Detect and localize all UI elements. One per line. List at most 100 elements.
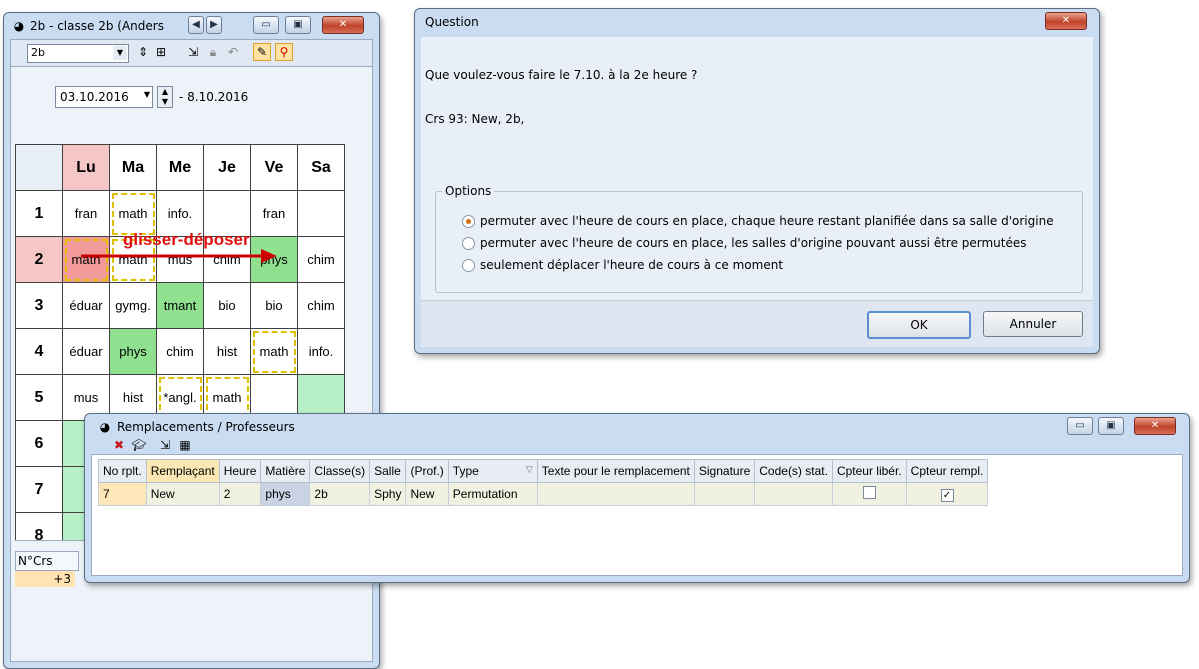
delete-icon[interactable]: ✖ bbox=[111, 437, 127, 453]
lesson-cell[interactable]: chim bbox=[297, 282, 345, 329]
timetable-toolbar: 2b ▼ ⇕ ⊞ ⇲ 🔒︎ ↶ ✎ ⚲ bbox=[11, 40, 372, 67]
cell-cpteur-rempl[interactable]: ✓ bbox=[905, 482, 989, 506]
options-legend: Options bbox=[442, 184, 495, 198]
lesson-cell[interactable]: phys bbox=[109, 328, 157, 375]
minimize-button[interactable]: ▭ bbox=[1067, 417, 1093, 435]
ok-button[interactable]: OK bbox=[867, 311, 971, 339]
lesson-cell[interactable]: hist bbox=[203, 328, 251, 375]
export-icon[interactable]: ⇲ bbox=[185, 44, 201, 60]
option-swap-rooms[interactable]: permuter avec l'heure de cours en place,… bbox=[462, 236, 1027, 250]
hour-header: 5 bbox=[15, 374, 63, 421]
teacher-icon[interactable]: 🎓︎ bbox=[131, 437, 147, 453]
chevron-down-icon[interactable]: ▼ bbox=[144, 90, 150, 99]
question-title: Question bbox=[425, 15, 479, 29]
day-header: Je bbox=[203, 144, 251, 191]
lesson-cell[interactable]: éduar bbox=[62, 328, 110, 375]
class-select[interactable]: 2b ▼ bbox=[27, 44, 129, 63]
cell-matiere[interactable]: phys bbox=[260, 482, 311, 506]
date-to: - 8.10.2016 bbox=[179, 90, 249, 104]
maximize-button[interactable]: ▣ bbox=[1098, 417, 1124, 435]
prev-arrow-icon[interactable]: ◀ bbox=[188, 16, 204, 34]
checked-checkbox[interactable]: ✓ bbox=[940, 488, 954, 502]
class-select-value: 2b bbox=[31, 46, 45, 59]
search-icon[interactable]: ⚲ bbox=[275, 43, 293, 61]
radio-icon[interactable] bbox=[462, 237, 475, 250]
filter-icon[interactable]: ▽ bbox=[526, 464, 533, 475]
column-header-label: Type bbox=[452, 464, 479, 478]
column-header[interactable]: (Prof.) bbox=[405, 459, 449, 483]
lesson-cell[interactable]: chim bbox=[297, 236, 345, 283]
radio-icon[interactable] bbox=[462, 259, 475, 272]
date-picker[interactable]: 03.10.2016 ▼ bbox=[55, 86, 153, 108]
column-header[interactable]: Code(s) stat. bbox=[754, 459, 833, 483]
option-swap-keep-room[interactable]: permuter avec l'heure de cours en place,… bbox=[462, 214, 1054, 228]
day-header: Me bbox=[156, 144, 204, 191]
question-message: Que voulez-vous faire le 7.10. à la 2e h… bbox=[425, 68, 698, 82]
column-header[interactable]: Texte pour le remplacement bbox=[536, 459, 695, 483]
lesson-cell[interactable]: éduar bbox=[62, 282, 110, 329]
options-group: Options permuter avec l'heure de cours e… bbox=[435, 184, 1083, 293]
column-header[interactable]: Signature bbox=[693, 459, 756, 483]
column-header[interactable]: Classe(s) bbox=[309, 459, 371, 483]
lesson-cell[interactable]: bio bbox=[250, 282, 298, 329]
cell-texte[interactable] bbox=[536, 482, 695, 506]
cell-code[interactable] bbox=[754, 482, 833, 506]
cancel-button[interactable]: Annuler bbox=[983, 311, 1083, 337]
maximize-button[interactable]: ▣ bbox=[285, 16, 311, 34]
day-header: Ve bbox=[250, 144, 298, 191]
lesson-cell[interactable]: math bbox=[250, 328, 298, 375]
option-move-only[interactable]: seulement déplacer l'heure de cours à ce… bbox=[462, 258, 783, 272]
date-spinner-icon[interactable]: ▲ ▼ bbox=[157, 86, 173, 108]
question-titlebar: Question ✕ bbox=[415, 9, 1099, 35]
column-header[interactable]: Remplaçant bbox=[145, 459, 220, 483]
cell-classe[interactable]: 2b bbox=[309, 482, 371, 506]
close-button[interactable]: ✕ bbox=[322, 16, 364, 34]
column-header[interactable]: Matière bbox=[260, 459, 311, 483]
spinner-icon[interactable]: ⇕ bbox=[135, 44, 151, 60]
lesson-cell[interactable]: fran bbox=[62, 190, 110, 237]
column-header[interactable]: Salle bbox=[369, 459, 407, 483]
undo-icon[interactable]: ↶ bbox=[225, 44, 241, 60]
cell-signature[interactable] bbox=[693, 482, 756, 506]
column-header[interactable]: Heure bbox=[218, 459, 262, 483]
day-header: Ma bbox=[109, 144, 157, 191]
lesson-cell[interactable] bbox=[297, 190, 345, 237]
unchecked-checkbox[interactable] bbox=[862, 486, 876, 499]
timetable-title: 2b - classe 2b (Anders bbox=[30, 19, 164, 33]
lesson-cell[interactable]: info. bbox=[297, 328, 345, 375]
cell-cpteur-liber[interactable] bbox=[831, 482, 907, 506]
remplacements-title: Remplacements / Professeurs bbox=[117, 420, 295, 434]
minimize-button[interactable]: ▭ bbox=[253, 16, 279, 34]
column-header[interactable]: Type ▽ bbox=[447, 459, 538, 483]
lesson-cell[interactable]: gymg. bbox=[109, 282, 157, 329]
close-button[interactable]: ✕ bbox=[1045, 12, 1087, 30]
column-header[interactable]: Cpteur rempl. bbox=[905, 459, 989, 483]
calculator-icon[interactable]: ▦ bbox=[177, 437, 193, 453]
cell-remplacant[interactable]: New bbox=[145, 482, 220, 506]
chevron-down-icon[interactable]: ▼ bbox=[113, 46, 127, 60]
lesson-cell[interactable]: tmant bbox=[156, 282, 204, 329]
table-row[interactable]: 7 New 2 phys 2b Sphy New Permutation ✓ bbox=[98, 482, 989, 506]
cell-no[interactable]: 7 bbox=[98, 482, 147, 506]
edit-icon[interactable]: ✎ bbox=[253, 43, 271, 61]
close-button[interactable]: ✕ bbox=[1134, 417, 1176, 435]
lock-icon[interactable]: 🔒︎ bbox=[205, 44, 221, 60]
lesson-cell[interactable]: bio bbox=[203, 282, 251, 329]
column-header[interactable]: No rplt. bbox=[98, 459, 147, 483]
remplacements-table: No rplt. Remplaçant Heure Matière Classe… bbox=[98, 459, 989, 506]
grid-icon[interactable]: ⊞ bbox=[153, 44, 169, 60]
cell-salle[interactable]: Sphy bbox=[369, 482, 407, 506]
course-list-value[interactable]: +3 bbox=[15, 571, 75, 587]
lesson-cell[interactable]: fran bbox=[250, 190, 298, 237]
radio-selected-icon[interactable] bbox=[462, 215, 475, 228]
cell-prof[interactable]: New bbox=[405, 482, 449, 506]
lesson-cell[interactable]: chim bbox=[156, 328, 204, 375]
export-icon[interactable]: ⇲ bbox=[157, 437, 173, 453]
hour-header: 2 bbox=[15, 236, 63, 283]
next-arrow-icon[interactable]: ▶ bbox=[206, 16, 222, 34]
cell-heure[interactable]: 2 bbox=[218, 482, 262, 506]
hour-header: 7 bbox=[15, 466, 63, 513]
drag-arrow-icon bbox=[81, 249, 277, 263]
column-header[interactable]: Cpteur libér. bbox=[831, 459, 907, 483]
cell-type[interactable]: Permutation bbox=[447, 482, 538, 506]
